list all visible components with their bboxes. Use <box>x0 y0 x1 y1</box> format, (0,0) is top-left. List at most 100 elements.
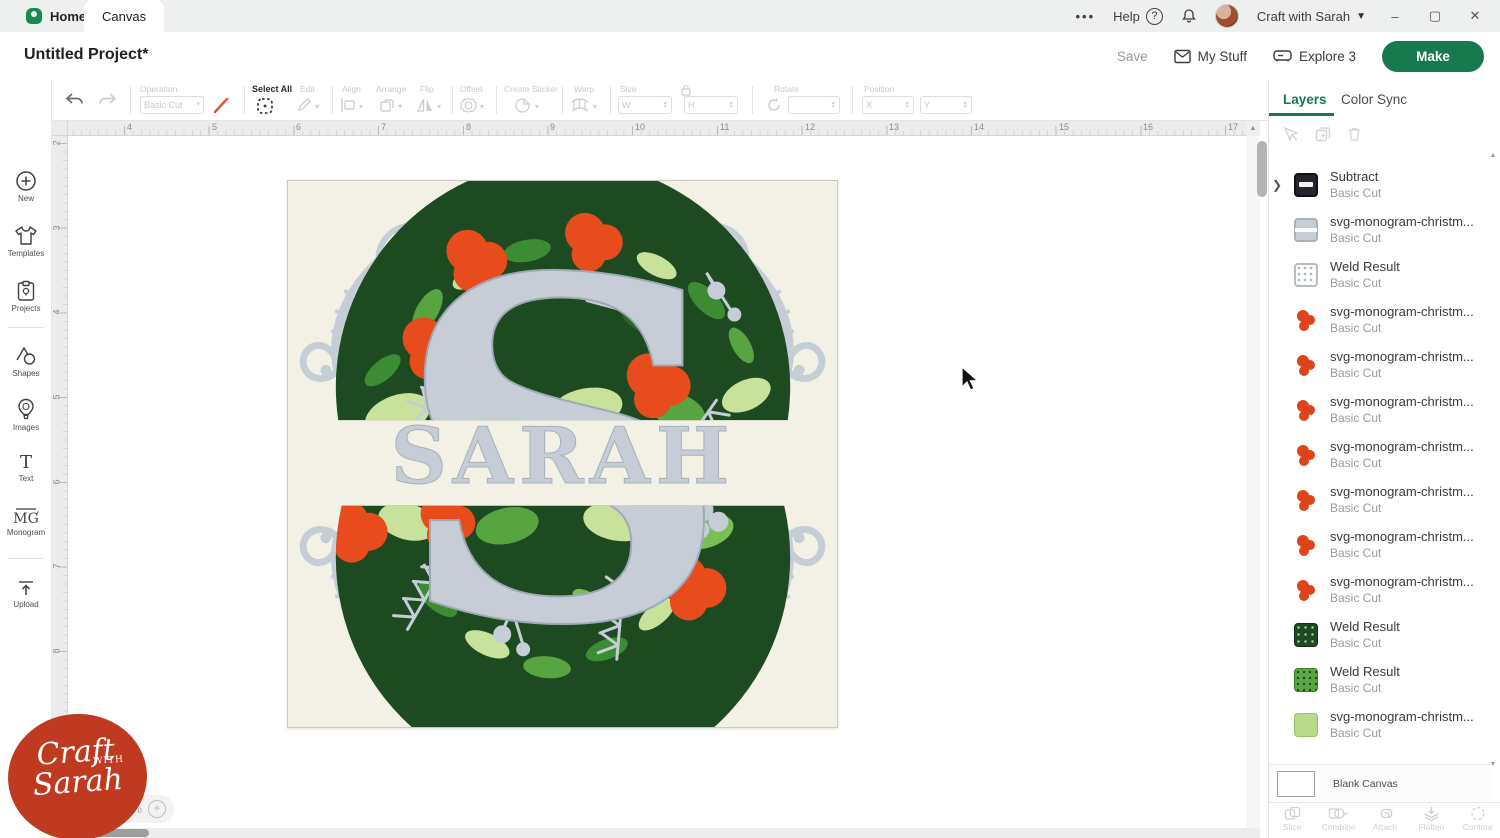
layer-row[interactable]: svg-monogram-christm...Basic Cut <box>1269 342 1491 387</box>
more-menu-icon[interactable]: ••• <box>1075 9 1095 24</box>
layer-name: svg-monogram-christm... <box>1330 484 1474 499</box>
slice-button[interactable]: Slice <box>1269 803 1315 838</box>
monogram-design[interactable]: S S SARAH <box>288 181 837 727</box>
zoom-in-button[interactable]: + <box>148 800 166 818</box>
warp-label: Warp <box>574 84 594 94</box>
layer-row[interactable]: svg-monogram-christm...Basic Cut <box>1269 702 1491 747</box>
layer-operation: Basic Cut <box>1330 501 1474 515</box>
layer-row[interactable]: svg-monogram-christm...Basic Cut <box>1269 522 1491 567</box>
layer-row[interactable]: svg-monogram-christm...Basic Cut <box>1269 387 1491 432</box>
canvas-horizontal-scrollbar[interactable]: ◀ <box>52 828 1260 838</box>
window-close-button[interactable]: ✕ <box>1464 8 1486 24</box>
layer-row[interactable]: Weld ResultBasic Cut <box>1269 252 1491 297</box>
scroll-up-icon[interactable]: ▲ <box>1246 121 1260 136</box>
layer-name: svg-monogram-christm... <box>1330 214 1474 229</box>
active-tab-underline <box>1269 113 1334 116</box>
layer-row[interactable]: svg-monogram-christm...Basic Cut <box>1269 297 1491 342</box>
ruler-number: 12 <box>805 122 815 132</box>
rotate-icon[interactable] <box>766 97 782 113</box>
delete-layer-icon[interactable] <box>1347 126 1362 142</box>
my-stuff-icon <box>1174 49 1191 64</box>
flip-label: Flip <box>420 84 434 94</box>
blank-canvas-row[interactable]: Blank Canvas <box>1269 764 1491 802</box>
offset-icon[interactable] <box>460 97 477 114</box>
edit-pencil-icon[interactable] <box>296 97 312 113</box>
machine-select[interactable]: Explore 3 <box>1273 49 1356 64</box>
contour-icon <box>1470 806 1486 821</box>
size-height-input[interactable]: H ▲▼ <box>684 96 738 114</box>
layer-row[interactable]: Weld ResultBasic Cut <box>1269 612 1491 657</box>
select-all-icon[interactable] <box>256 97 274 115</box>
chevron-down-icon: ▼ <box>1356 11 1366 22</box>
save-button[interactable]: Save <box>1117 49 1148 64</box>
layer-name: Weld Result <box>1330 664 1400 679</box>
design-artboard[interactable]: S S SARAH <box>287 180 838 728</box>
arrange-icon[interactable] <box>379 97 395 113</box>
layer-row[interactable]: svg-monogram-christm...Basic Cut <box>1269 432 1491 477</box>
redo-icon[interactable] <box>96 92 118 108</box>
sidebar-item-label: Projects <box>0 304 52 313</box>
layer-row[interactable]: ❯ SubtractBasic Cut <box>1269 162 1491 207</box>
sidebar-item-new[interactable]: New <box>0 170 52 203</box>
rotate-input[interactable]: ▲▼ <box>788 96 840 114</box>
canvas-viewport[interactable]: S S SARAH <box>68 136 1246 828</box>
ruler-number: 5 <box>52 394 62 399</box>
window-maximize-button[interactable]: ▢ <box>1424 8 1446 24</box>
layer-name: Weld Result <box>1330 619 1400 634</box>
size-lock-icon[interactable] <box>680 84 692 96</box>
sidebar-item-templates[interactable]: Templates <box>0 225 52 258</box>
my-stuff-button[interactable]: My Stuff <box>1174 49 1247 64</box>
layer-actions-bar: Slice Combine Attach Flatten Contour <box>1269 802 1500 838</box>
vertical-scroll-thumb[interactable] <box>1257 141 1267 197</box>
sidebar-item-images[interactable]: Images <box>0 398 52 432</box>
account-menu[interactable]: Craft with Sarah ▼ <box>1257 9 1366 24</box>
combine-button[interactable]: Combine <box>1315 803 1361 838</box>
layer-row[interactable]: svg-monogram-christm... Basic Cut <box>1269 477 1491 522</box>
size-width-input[interactable]: W ▲▼ <box>618 96 672 114</box>
attach-button[interactable]: Attach <box>1362 803 1408 838</box>
expand-chevron-icon[interactable]: ❯ <box>1269 178 1285 192</box>
layer-row[interactable]: svg-monogram-christm...Basic Cut <box>1269 207 1491 252</box>
tab-color-sync[interactable]: Color Sync <box>1341 92 1407 107</box>
align-icon[interactable] <box>340 97 356 113</box>
layer-list-scrollbar[interactable]: ▲ ▼ <box>1488 152 1498 768</box>
tab-canvas[interactable]: Canvas <box>84 0 164 32</box>
select-layer-icon[interactable] <box>1283 126 1299 142</box>
operation-dropdown[interactable]: Basic Cut ▾ <box>140 96 204 114</box>
layer-row[interactable]: svg-monogram-christm...Basic Cut <box>1269 567 1491 612</box>
position-y-input[interactable]: Y ▲▼ <box>920 96 972 114</box>
avatar[interactable] <box>1215 4 1239 28</box>
tab-layers[interactable]: Layers <box>1283 92 1327 107</box>
sidebar-item-text[interactable]: T Text <box>0 452 52 483</box>
sidebar-item-monogram[interactable]: ΜƓ Monogram <box>0 506 52 537</box>
project-header: Untitled Project* Save My Stuff Explore … <box>0 32 1500 80</box>
flatten-button[interactable]: Flatten <box>1408 803 1454 838</box>
logo-with: WITH <box>93 755 124 767</box>
sidebar-item-upload[interactable]: Upload <box>0 578 52 609</box>
notifications-bell-icon[interactable] <box>1181 8 1197 24</box>
warp-icon[interactable] <box>570 97 590 113</box>
project-title[interactable]: Untitled Project* <box>24 46 148 64</box>
blank-canvas-swatch[interactable] <box>1277 771 1315 797</box>
undo-icon[interactable] <box>64 92 86 108</box>
position-y-prefix: Y <box>924 100 930 110</box>
layer-thumbnail <box>1294 308 1318 332</box>
flip-icon[interactable] <box>416 97 434 113</box>
toolbar-divider <box>752 86 753 114</box>
canvas-vertical-scrollbar[interactable]: ▲ <box>1246 121 1260 838</box>
make-button[interactable]: Make <box>1382 41 1484 72</box>
window-minimize-button[interactable]: – <box>1384 9 1406 24</box>
pen-color-icon[interactable] <box>212 95 232 115</box>
sidebar-item-shapes[interactable]: Shapes <box>0 345 52 378</box>
ruler-number: 6 <box>52 479 62 484</box>
layer-row[interactable]: Weld ResultBasic Cut <box>1269 657 1491 702</box>
help-menu[interactable]: Help ? <box>1113 8 1163 25</box>
contour-button[interactable]: Contour <box>1455 803 1500 838</box>
help-icon: ? <box>1146 8 1163 25</box>
position-x-input[interactable]: X ▲▼ <box>862 96 914 114</box>
duplicate-layer-icon[interactable] <box>1315 126 1331 142</box>
create-sticker-icon[interactable] <box>514 97 531 114</box>
sidebar-item-projects[interactable]: Projects <box>0 280 52 313</box>
scroll-up-icon[interactable]: ▲ <box>1488 152 1498 159</box>
ruler-number: 17 <box>1228 122 1238 132</box>
